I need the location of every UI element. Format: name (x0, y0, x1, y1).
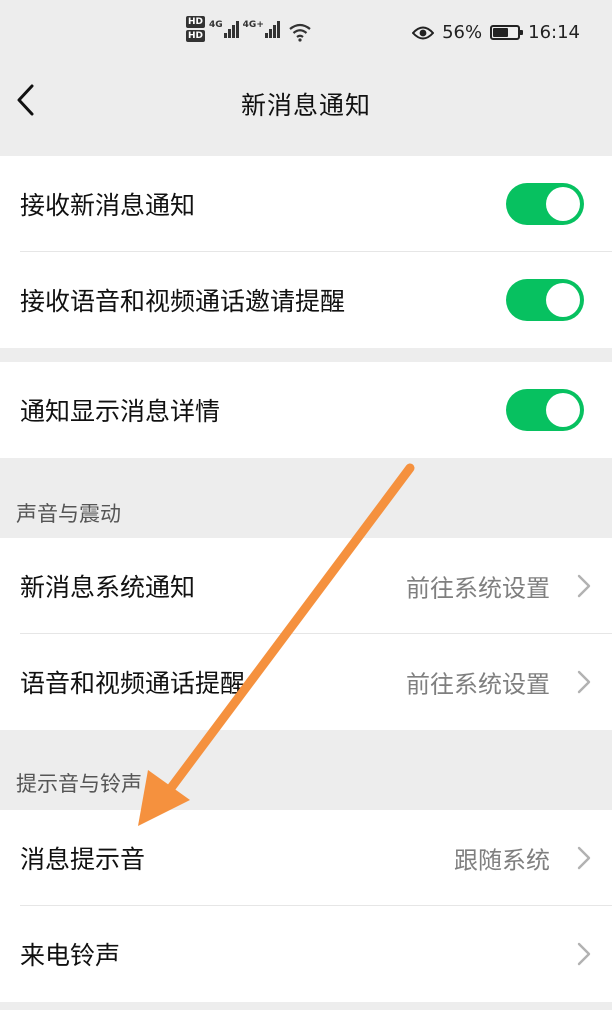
setting-row-message-tone[interactable]: 消息提示音 跟随系统 (0, 810, 612, 906)
setting-row-show-details[interactable]: 通知显示消息详情 (0, 362, 612, 458)
battery-icon (490, 25, 524, 40)
chevron-right-icon (577, 846, 591, 870)
setting-row-receive-new-messages[interactable]: 接收新消息通知 (0, 156, 612, 252)
nav-bar: 新消息通知 (0, 68, 612, 134)
network-label: 4G+ (242, 20, 264, 30)
hd-badge: HD (186, 30, 206, 42)
signal-group-1: 4G (209, 20, 239, 38)
chevron-right-icon (577, 574, 591, 598)
ringtone-group: 消息提示音 跟随系统 来电铃声 (0, 810, 612, 1002)
clock: 16:14 (528, 22, 580, 43)
network-label: 4G (209, 20, 223, 30)
setting-row-call-reminder[interactable]: 语音和视频通话提醒 前往系统设置 (0, 634, 612, 730)
chevron-right-icon (577, 670, 591, 694)
setting-row-ringtone[interactable]: 来电铃声 (0, 906, 612, 1002)
signal-icon (223, 20, 239, 38)
chevron-right-icon (577, 942, 591, 966)
setting-value: 前往系统设置 (406, 574, 550, 603)
battery-percent: 56% (442, 22, 483, 43)
section-title-ringtone: 提示音与铃声 (16, 772, 142, 796)
toggle-switch[interactable] (506, 279, 584, 321)
toggle-knob (546, 187, 580, 221)
setting-label: 语音和视频通话提醒 (20, 669, 246, 698)
toggle-knob (546, 393, 580, 427)
setting-label: 接收新消息通知 (20, 191, 196, 220)
setting-label: 消息提示音 (20, 845, 146, 874)
setting-label: 通知显示消息详情 (20, 397, 221, 426)
signal-icon (264, 20, 280, 38)
signal-group-2: 4G+ (243, 20, 280, 38)
hd-badges: HD HD (186, 16, 206, 42)
setting-label: 新消息系统通知 (20, 573, 196, 602)
status-bar-left: HD HD 4G 4G+ (186, 16, 312, 42)
toggle-switch[interactable] (506, 183, 584, 225)
setting-value: 跟随系统 (454, 846, 550, 875)
eye-icon (412, 26, 435, 39)
section-title-sound: 声音与震动 (16, 502, 121, 526)
wifi-icon (289, 23, 311, 42)
setting-value: 前往系统设置 (406, 670, 550, 699)
sound-group: 新消息系统通知 前往系统设置 语音和视频通话提醒 前往系统设置 (0, 538, 612, 730)
setting-label: 接收语音和视频通话邀请提醒 (20, 287, 346, 316)
status-bar: HD HD 4G 4G+ 56% 16:14 (0, 0, 612, 68)
toggle-switch[interactable] (506, 389, 584, 431)
notification-group: 接收新消息通知 接收语音和视频通话邀请提醒 (0, 156, 612, 348)
toggle-knob (546, 283, 580, 317)
details-group: 通知显示消息详情 (0, 362, 612, 458)
setting-row-system-notification[interactable]: 新消息系统通知 前往系统设置 (0, 538, 612, 634)
battery-level (493, 28, 508, 37)
status-bar-right: 56% 16:14 (412, 22, 580, 43)
setting-row-call-invite-reminder[interactable]: 接收语音和视频通话邀请提醒 (0, 252, 612, 348)
hd-badge: HD (186, 16, 206, 28)
setting-label: 来电铃声 (20, 941, 121, 970)
page-title: 新消息通知 (240, 91, 371, 120)
